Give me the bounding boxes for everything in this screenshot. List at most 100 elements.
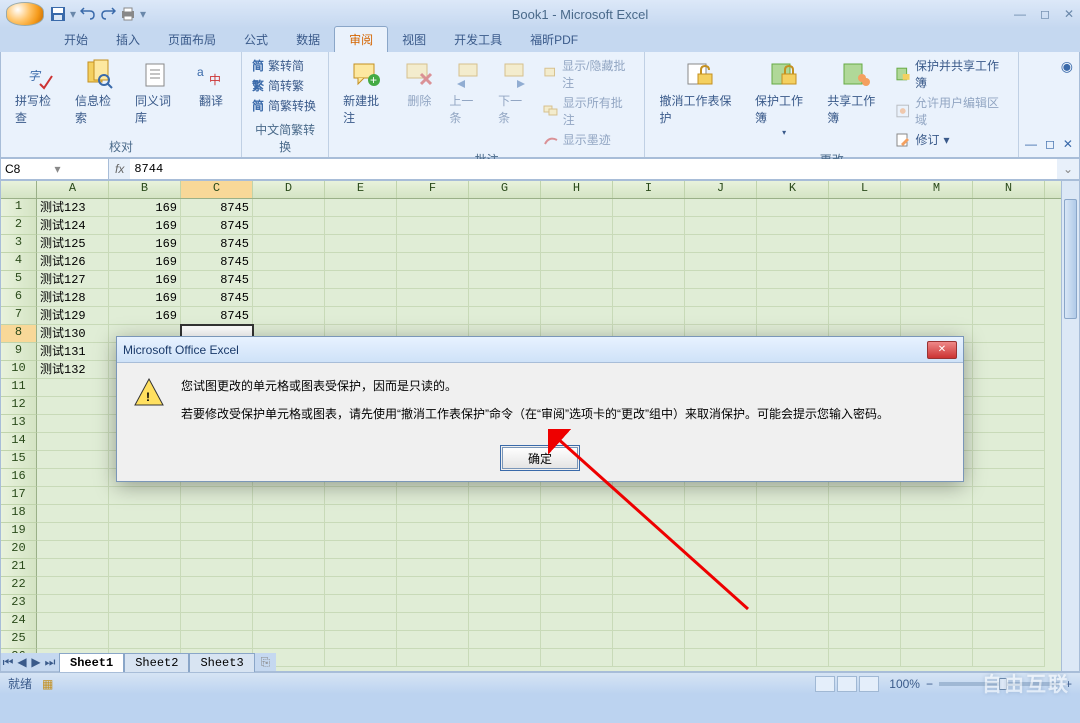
cell[interactable] [469, 253, 541, 271]
cell[interactable] [757, 487, 829, 505]
cell[interactable]: 测试126 [37, 253, 109, 271]
cell[interactable] [541, 595, 613, 613]
cell[interactable] [181, 487, 253, 505]
cell[interactable] [181, 541, 253, 559]
cell[interactable] [829, 289, 901, 307]
cell[interactable] [469, 505, 541, 523]
cell[interactable] [469, 613, 541, 631]
cell[interactable] [829, 613, 901, 631]
cell[interactable] [901, 577, 973, 595]
sheet-tab-Sheet1[interactable]: Sheet1 [59, 653, 124, 672]
cell[interactable] [397, 613, 469, 631]
cell[interactable] [973, 577, 1045, 595]
cell[interactable] [901, 595, 973, 613]
cell[interactable] [325, 541, 397, 559]
undo-icon[interactable] [80, 6, 96, 22]
row-header[interactable]: 1 [1, 199, 37, 217]
cell[interactable] [541, 487, 613, 505]
zoom-percent[interactable]: 100% [889, 677, 920, 691]
cell[interactable] [829, 199, 901, 217]
cell[interactable] [757, 271, 829, 289]
cell[interactable] [613, 559, 685, 577]
cell[interactable] [685, 631, 757, 649]
cell[interactable] [397, 487, 469, 505]
cell[interactable] [541, 577, 613, 595]
cell[interactable] [685, 613, 757, 631]
tab-7[interactable]: 开发工具 [440, 27, 516, 52]
cell[interactable] [109, 541, 181, 559]
cell[interactable] [829, 577, 901, 595]
row-header[interactable]: 18 [1, 505, 37, 523]
cell[interactable] [685, 253, 757, 271]
row-header[interactable]: 19 [1, 523, 37, 541]
tab-8[interactable]: 福昕PDF [516, 27, 592, 52]
cell[interactable] [253, 577, 325, 595]
normal-view-button[interactable] [815, 676, 835, 692]
cell[interactable] [685, 199, 757, 217]
cell[interactable] [37, 577, 109, 595]
cell[interactable] [973, 559, 1045, 577]
cell[interactable] [325, 559, 397, 577]
expand-formula-icon[interactable]: ⌄ [1057, 162, 1079, 176]
cell[interactable]: 169 [109, 235, 181, 253]
doc-restore-icon[interactable]: ◻ [1045, 137, 1055, 151]
cell[interactable] [757, 235, 829, 253]
cell[interactable]: 169 [109, 253, 181, 271]
cell[interactable] [325, 595, 397, 613]
fx-icon[interactable]: fx [109, 162, 130, 176]
cell[interactable] [757, 307, 829, 325]
cell[interactable]: 8745 [181, 253, 253, 271]
col-header-B[interactable]: B [109, 181, 181, 198]
cell[interactable] [685, 649, 757, 667]
row-header[interactable]: 17 [1, 487, 37, 505]
cell[interactable] [757, 613, 829, 631]
cell[interactable] [541, 289, 613, 307]
row-header[interactable]: 12 [1, 397, 37, 415]
cell[interactable] [469, 199, 541, 217]
cell[interactable] [901, 631, 973, 649]
cell[interactable] [973, 343, 1045, 361]
cell[interactable] [253, 253, 325, 271]
cell[interactable] [973, 415, 1045, 433]
trad-button[interactable]: 繁简转繁 [250, 76, 318, 95]
cell[interactable] [901, 523, 973, 541]
cell[interactable]: 8745 [181, 199, 253, 217]
cell[interactable] [325, 577, 397, 595]
convert-button[interactable]: 简简繁转换 [250, 96, 318, 115]
row-header[interactable]: 5 [1, 271, 37, 289]
cell[interactable] [469, 217, 541, 235]
cell[interactable] [685, 289, 757, 307]
cell[interactable] [541, 613, 613, 631]
cell[interactable] [685, 217, 757, 235]
cell[interactable] [181, 613, 253, 631]
sheet-prev-icon[interactable]: ◀ [15, 655, 29, 670]
cell[interactable] [37, 451, 109, 469]
cell[interactable] [829, 235, 901, 253]
cell[interactable] [613, 505, 685, 523]
cell[interactable] [469, 595, 541, 613]
cell[interactable] [757, 577, 829, 595]
cell[interactable] [109, 613, 181, 631]
cell[interactable] [901, 253, 973, 271]
cell[interactable]: 8745 [181, 235, 253, 253]
tab-1[interactable]: 插入 [102, 27, 154, 52]
cell[interactable] [973, 613, 1045, 631]
cell[interactable] [325, 505, 397, 523]
cell[interactable] [469, 289, 541, 307]
cell[interactable] [469, 559, 541, 577]
cell[interactable] [253, 235, 325, 253]
cell[interactable] [37, 433, 109, 451]
cell[interactable] [397, 199, 469, 217]
cell[interactable] [757, 559, 829, 577]
cell[interactable] [613, 577, 685, 595]
unprotect-sheet-button[interactable]: 撤消工作表保护 [653, 56, 747, 149]
row-header[interactable]: 10 [1, 361, 37, 379]
cell[interactable] [901, 541, 973, 559]
row-header[interactable]: 8 [1, 325, 37, 343]
sheet-tab-Sheet2[interactable]: Sheet2 [124, 653, 189, 672]
cell[interactable]: 测试132 [37, 361, 109, 379]
cell[interactable] [253, 505, 325, 523]
sheet-last-icon[interactable]: ⏭ [43, 655, 57, 670]
cell[interactable] [973, 541, 1045, 559]
cell[interactable] [541, 649, 613, 667]
